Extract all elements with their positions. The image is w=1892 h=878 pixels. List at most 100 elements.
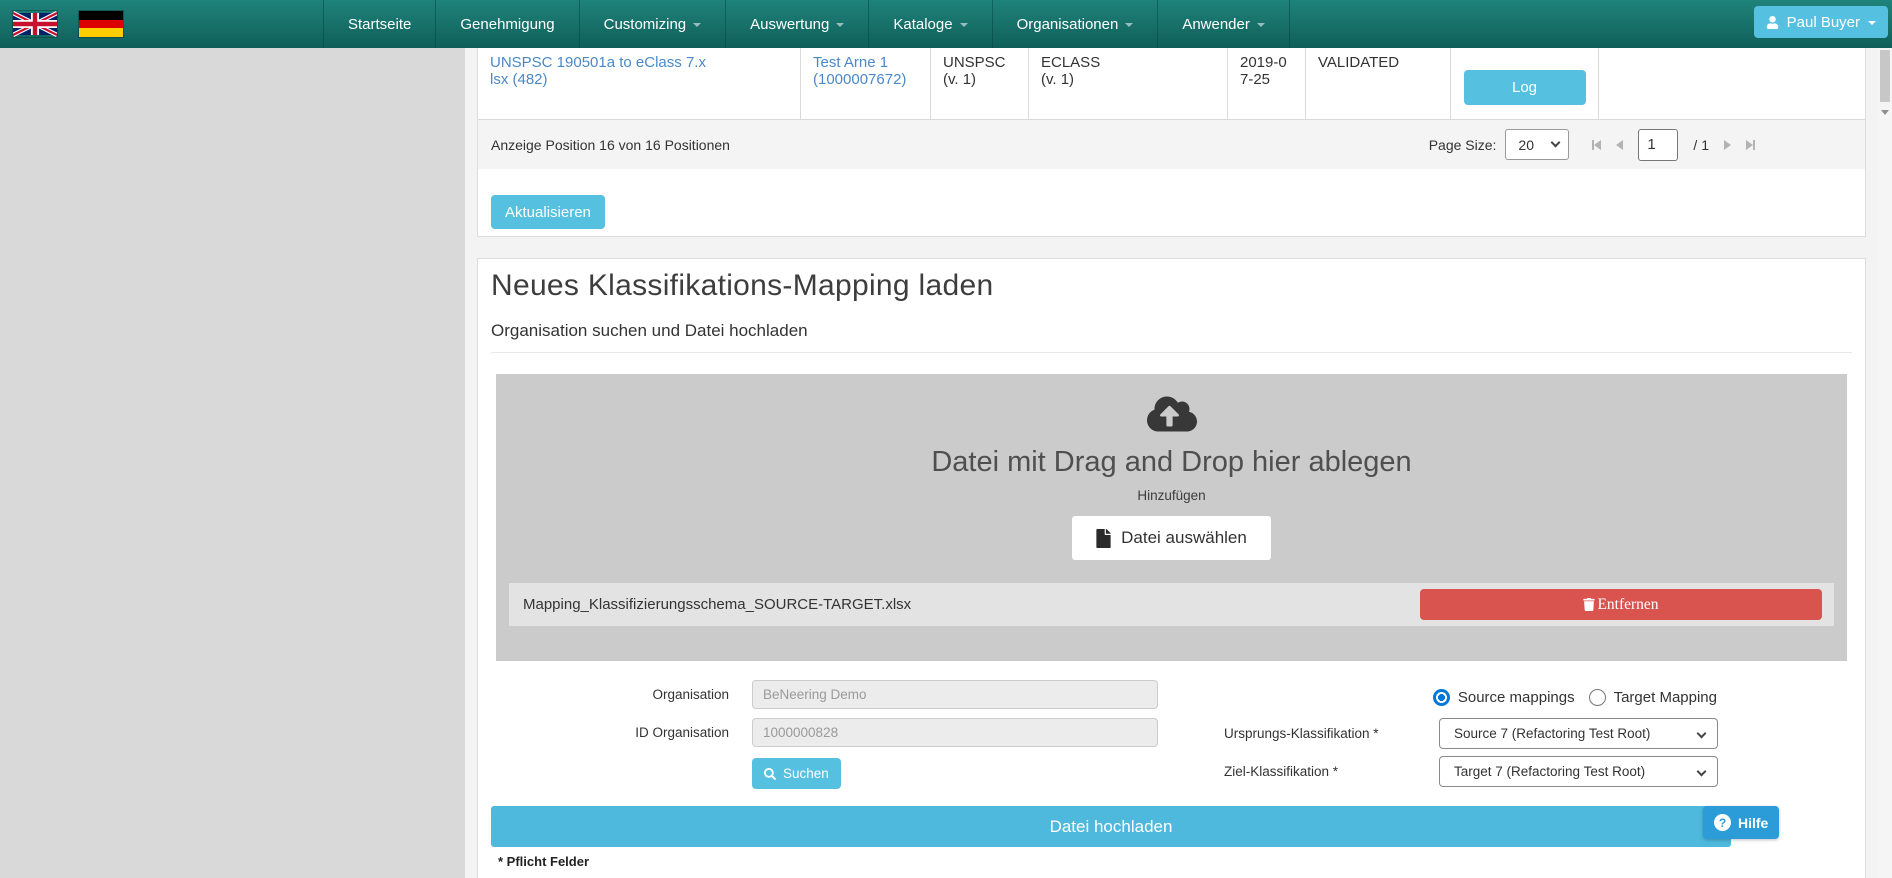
main-menu: Startseite Genehmigung Customizing Auswe… [323,0,1290,48]
remove-file-button[interactable]: Entfernen [1420,589,1822,620]
pagination-bar: Anzeige Position 16 von 16 Positionen Pa… [478,119,1865,169]
remove-file-label: Entfernen [1597,596,1658,614]
radio-source-label: Source mappings [1458,689,1575,706]
mappings-table-panel: UNSPSC 190501a to eClass 7.x lsx (482) T… [477,48,1866,237]
source-classification-label: Ursprungs-Klassifikation * [1224,718,1379,749]
pagination-controls: Page Size: 20 / 1 [1429,129,1755,161]
file-icon [1096,529,1111,548]
radio-unselected-icon [1589,689,1606,706]
radio-target-mapping[interactable]: Target Mapping [1589,689,1717,706]
current-page-input[interactable] [1638,129,1678,161]
nav-label: Genehmigung [460,16,554,33]
organisation-id-label: ID Organisation [478,718,729,747]
chevron-down-icon [693,23,701,27]
top-navbar: Startseite Genehmigung Customizing Auswe… [0,0,1892,48]
page-size-select[interactable]: 20 [1505,129,1569,160]
vertical-scrollbar[interactable] [1878,48,1892,878]
total-pages-label: / 1 [1693,137,1709,153]
target-classification-selected: Target 7 (Refactoring Test Root) [1454,764,1645,779]
organisation-link[interactable]: Test Arne 1 (1000007672) [813,54,906,88]
dropzone-subtext: Hinzufügen [496,488,1847,503]
source-classification-value: UNSPSC (v. 1) [943,54,1006,88]
cell-mapping-file: UNSPSC 190501a to eClass 7.x lsx (482) [478,48,801,119]
date-value: 2019-07-25 [1240,54,1287,88]
nav-item-genehmigung[interactable]: Genehmigung [435,0,578,48]
divider [491,352,1852,353]
cell-target-classification: ECLASS (v. 1) [1029,48,1228,119]
choose-file-button[interactable]: Datei auswählen [1072,516,1271,560]
user-icon [1766,16,1779,29]
chevron-down-icon [836,23,844,27]
radio-source-mappings[interactable]: Source mappings [1433,689,1575,706]
chevron-down-icon [1551,138,1561,148]
radio-target-label: Target Mapping [1614,689,1717,706]
page-size-label: Page Size: [1429,137,1497,153]
user-menu-button[interactable]: Paul Buyer [1754,6,1888,38]
chevron-down-icon [1868,21,1876,25]
refresh-button[interactable]: Aktualisieren [491,195,605,229]
chevron-down-icon [1257,23,1265,27]
cell-status: VALIDATED [1306,48,1451,119]
selected-file-name: Mapping_Klassifizierungsschema_SOURCE-TA… [523,596,911,613]
target-classification-select[interactable]: Target 7 (Refactoring Test Root) [1439,756,1718,787]
chevron-down-icon [1697,729,1707,739]
nav-item-kataloge[interactable]: Kataloge [868,0,991,48]
organisation-id-field[interactable] [752,718,1158,747]
cell-empty [1599,48,1865,119]
chevron-down-icon [1697,767,1707,777]
last-page-icon[interactable] [1746,140,1755,150]
selected-file-row: Mapping_Klassifizierungsschema_SOURCE-TA… [509,583,1834,626]
source-classification-select[interactable]: Source 7 (Refactoring Test Root) [1439,718,1718,749]
question-icon: ? [1714,814,1731,831]
nav-item-auswertung[interactable]: Auswertung [725,0,868,48]
section-subtitle: Organisation suchen und Datei hochladen [491,321,808,341]
user-name: Paul Buyer [1787,14,1860,31]
log-button[interactable]: Log [1464,70,1586,105]
mapping-file-link[interactable]: UNSPSC 190501a to eClass 7.x lsx (482) [490,54,706,88]
pager: / 1 [1592,129,1755,161]
nav-label: Anwender [1182,16,1250,33]
language-flags [13,0,123,48]
help-label: Hilfe [1738,815,1768,831]
cell-date: 2019-07-25 [1228,48,1306,119]
help-button[interactable]: ? Hilfe [1703,806,1779,839]
nav-item-startseite[interactable]: Startseite [323,0,435,48]
chevron-down-icon [1125,23,1133,27]
upload-file-button[interactable]: Datei hochladen [491,806,1731,847]
organisation-label: Organisation [478,680,729,709]
trash-icon [1583,598,1595,611]
previous-page-icon[interactable] [1616,140,1623,150]
upload-mapping-panel: Neues Klassifikations-Mapping laden Orga… [477,258,1866,878]
file-dropzone[interactable]: Datei mit Drag and Drop hier ablegen Hin… [496,374,1847,661]
nav-item-organisationen[interactable]: Organisationen [992,0,1158,48]
table-row: UNSPSC 190501a to eClass 7.x lsx (482) T… [478,48,1865,119]
source-classification-selected: Source 7 (Refactoring Test Root) [1454,726,1650,741]
nav-label: Startseite [348,16,411,33]
flag-uk-icon[interactable] [13,11,57,37]
mapping-direction-radios: Source mappings Target Mapping [1433,689,1717,706]
section-title: Neues Klassifikations-Mapping laden [491,269,993,303]
nav-item-customizing[interactable]: Customizing [579,0,726,48]
target-classification-label: Ziel-Klassifikation * [1224,756,1338,787]
cloud-upload-icon [1145,394,1199,434]
scroll-down-icon[interactable] [1881,110,1889,115]
next-page-icon[interactable] [1724,140,1731,150]
chevron-down-icon [960,23,968,27]
radio-selected-icon [1433,689,1450,706]
nav-label: Auswertung [750,16,829,33]
cell-source-classification: UNSPSC (v. 1) [931,48,1029,119]
scrollbar-thumb[interactable] [1880,50,1890,102]
nav-item-anwender[interactable]: Anwender [1157,0,1290,48]
cell-log: Log [1451,48,1599,119]
status-badge: VALIDATED [1318,54,1399,71]
organisation-field[interactable] [752,680,1158,709]
left-gutter [0,48,465,878]
search-button[interactable]: Suchen [752,758,841,789]
first-page-icon[interactable] [1592,140,1601,150]
nav-label: Kataloge [893,16,952,33]
dropzone-headline: Datei mit Drag and Drop hier ablegen [496,446,1847,479]
search-button-label: Suchen [783,766,829,781]
flag-germany-icon[interactable] [79,11,123,37]
search-icon [764,768,776,780]
page-size-value: 20 [1518,137,1534,153]
